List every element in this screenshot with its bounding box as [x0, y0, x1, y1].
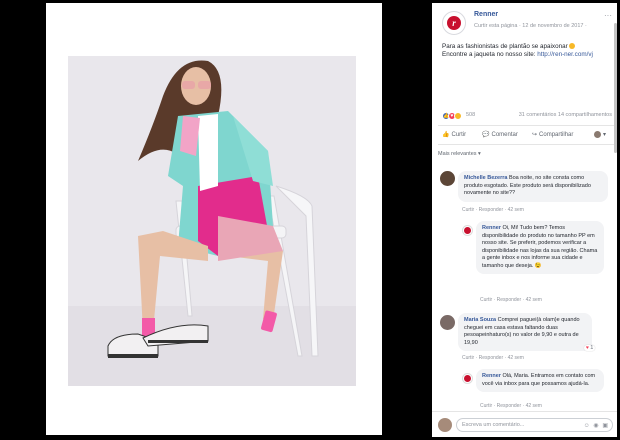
- comment-button[interactable]: 💬 Comentar: [482, 131, 518, 138]
- page-name[interactable]: Renner: [474, 11, 498, 18]
- brand-logo-icon: r: [447, 16, 461, 30]
- brand-logo-icon: [464, 227, 471, 234]
- scrollbar[interactable]: [614, 23, 617, 153]
- page-avatar[interactable]: r: [442, 11, 466, 35]
- more-dots-icon[interactable]: ···: [604, 11, 612, 20]
- post-meta[interactable]: Curtir esta página · 12 de novembro de 2…: [474, 23, 587, 29]
- comment-reactions[interactable]: ♥ 1: [584, 345, 596, 351]
- comment-icon: 💬: [482, 132, 490, 138]
- avatar: [438, 418, 452, 432]
- post-link[interactable]: http://ren-ner.com/vj: [537, 51, 593, 58]
- comment-actions[interactable]: Curtir · Responder · 42 sem: [480, 403, 542, 409]
- write-comment-bar: Escreva um comentário... ☺ ◉ ▣: [432, 411, 617, 437]
- post-photo[interactable]: [68, 56, 356, 386]
- comment-bubble: Michelle Bezerra Boa noite, no site cons…: [458, 171, 608, 202]
- comment-bubble: Maria Souza Comprei paguei(à olam)e quan…: [458, 313, 592, 351]
- comment-input-placeholder: Escreva um comentário...: [462, 422, 525, 428]
- heart-eyes-emoji-icon: [569, 43, 576, 50]
- post-text-line-2: Encontre a jaqueta no nosso site:: [442, 51, 538, 58]
- photo-viewer: ✕: [0, 0, 620, 440]
- comment-input[interactable]: Escreva um comentário... ☺ ◉ ▣: [456, 418, 613, 432]
- like-icon: 👍: [442, 132, 450, 138]
- comment-author[interactable]: Renner: [482, 225, 501, 231]
- comment-sort-dropdown[interactable]: Mais relevantes ▾: [438, 151, 481, 157]
- comment-author[interactable]: Maria Souza: [464, 317, 496, 323]
- avatar-icon: [594, 131, 601, 138]
- post-text: Para as fashionistas de plantão se apaix…: [442, 43, 610, 59]
- share-icon: ↪: [532, 132, 538, 138]
- audience-selector[interactable]: ▾: [594, 131, 606, 138]
- post-text-line-1: Para as fashionistas de plantão se apaix…: [442, 43, 568, 50]
- comment-author[interactable]: Renner: [482, 373, 501, 379]
- post-header: r Renner Curtir esta página · 12 de nove…: [442, 9, 614, 37]
- post-actions: 👍 Curtir 💬 Comentar ↪ Compartilhar ▾: [438, 125, 614, 145]
- avatar[interactable]: [462, 225, 473, 236]
- emoji-camera-gif-icons[interactable]: ☺ ◉ ▣: [584, 422, 609, 429]
- like-button[interactable]: 👍 Curtir: [442, 131, 466, 138]
- comment-author[interactable]: Michelle Bezerra: [464, 175, 507, 181]
- reactions-count[interactable]: 508: [466, 112, 475, 118]
- avatar[interactable]: [440, 315, 455, 330]
- comment-actions[interactable]: Curtir · Responder · 42 sem: [462, 355, 524, 361]
- comment-text: Oi, Mi! Tudo bem? Temos disponibilidade …: [482, 225, 598, 269]
- love-icon: ♥: [586, 345, 589, 351]
- wow-icon: [454, 112, 462, 120]
- avatar[interactable]: [440, 171, 455, 186]
- chevron-down-icon: ▾: [603, 132, 607, 139]
- avatar[interactable]: [462, 373, 473, 384]
- comment-bubble: Renner Oi, Mi! Tudo bem? Temos disponibi…: [476, 221, 604, 274]
- brand-logo-icon: [464, 375, 471, 382]
- comment-bubble: Renner Olá, Maria. Entramos em contato c…: [476, 369, 604, 392]
- post-sidebar: r Renner Curtir esta página · 12 de nove…: [432, 3, 617, 437]
- share-button[interactable]: ↪ Compartilhar: [532, 131, 573, 138]
- comment-actions[interactable]: Curtir · Responder · 42 sem: [480, 297, 542, 303]
- comment-actions[interactable]: Curtir · Responder · 42 sem: [462, 207, 524, 213]
- reactions-summary: 👍 ♥ 508 31 comentários 14 compartilhamen…: [442, 111, 612, 121]
- comments-shares-count[interactable]: 31 comentários 14 compartilhamentos: [519, 112, 612, 118]
- model-illustration: [68, 56, 356, 386]
- photo-panel: [46, 3, 382, 435]
